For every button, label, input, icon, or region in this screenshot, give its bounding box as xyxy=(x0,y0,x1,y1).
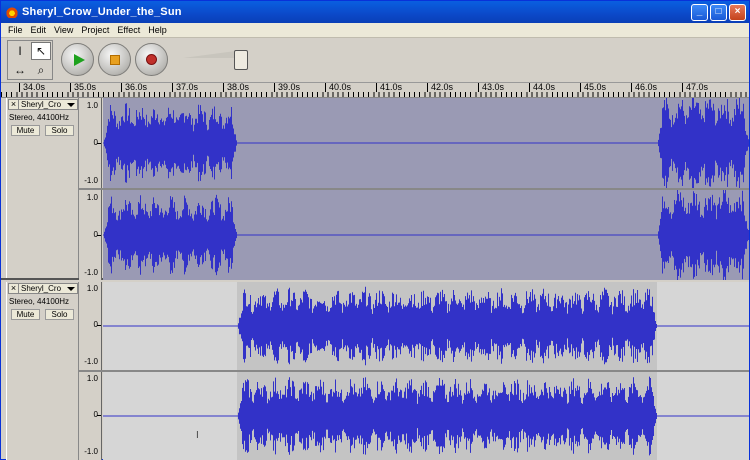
timeline-ruler[interactable]: 34.0s 35.0s 36.0s 37.0s 38.0s 39.0s 40.0… xyxy=(1,82,749,98)
solo-button[interactable]: Solo xyxy=(45,125,74,136)
track-rate: Stereo, 44100Hz xyxy=(9,297,70,306)
amplitude-scale: 1.0 0 -1.0 xyxy=(79,372,102,460)
waveform-graph xyxy=(103,190,749,280)
solo-button[interactable]: Solo xyxy=(45,309,74,320)
tools-palette: I ↖ ↔ ⌕ xyxy=(7,40,53,80)
track-2: × Sheryl_Cro Stereo, 44100Hz Mute Solo 1… xyxy=(1,282,749,460)
ruler-label: 47.0s xyxy=(682,83,708,92)
ruler-ticks xyxy=(1,92,749,97)
waveform-right-channel[interactable] xyxy=(103,372,749,460)
ruler-label: 44.0s xyxy=(529,83,555,92)
ibeam-cursor-icon: I xyxy=(196,430,199,441)
waveform-graph xyxy=(103,376,749,456)
stop-icon xyxy=(109,54,120,65)
scale-bottom-label: -1.0 xyxy=(84,447,98,456)
waveform-right-channel[interactable] xyxy=(103,190,749,280)
menu-effect[interactable]: Effect xyxy=(113,25,144,35)
ruler-label: 38.0s xyxy=(223,83,249,92)
amplitude-scale: 1.0 0 -1.0 xyxy=(79,98,102,188)
ruler-label: 45.0s xyxy=(580,83,606,92)
scale-tick xyxy=(97,235,101,236)
ruler-label: 46.0s xyxy=(631,83,657,92)
track-header: × Sheryl_Cro xyxy=(8,283,78,294)
menu-view[interactable]: View xyxy=(50,25,77,35)
track-1: × Sheryl_Cro Stereo, 44100Hz Mute Solo 1… xyxy=(1,98,749,280)
audacity-icon xyxy=(6,6,18,18)
waveform-left-channel[interactable] xyxy=(103,282,749,370)
menu-file[interactable]: File xyxy=(4,25,27,35)
minimize-button[interactable]: _ xyxy=(691,3,708,21)
ruler-label: 35.0s xyxy=(70,83,96,92)
waveform-path xyxy=(238,376,657,456)
ruler-label: 40.0s xyxy=(325,83,351,92)
waveform-graph xyxy=(103,286,749,366)
scale-top-label: 1.0 xyxy=(86,284,98,293)
scale-bottom-label: -1.0 xyxy=(84,357,98,366)
ruler-label: 37.0s xyxy=(172,83,198,92)
mute-button[interactable]: Mute xyxy=(11,125,40,136)
scale-top-label: 1.0 xyxy=(86,374,98,383)
record-icon xyxy=(146,54,157,65)
amplitude-scale: 1.0 0 -1.0 xyxy=(79,190,102,280)
waveform-left-channel[interactable] xyxy=(103,98,749,188)
menu-help[interactable]: Help xyxy=(144,25,171,35)
volume-slider-thumb[interactable] xyxy=(234,50,248,70)
track-close-icon[interactable]: × xyxy=(9,283,19,294)
menu-project[interactable]: Project xyxy=(77,25,113,35)
track-menu-chevron-down-icon[interactable] xyxy=(67,102,75,107)
track-control-panel[interactable]: × Sheryl_Cro Stereo, 44100Hz Mute Solo xyxy=(6,282,79,460)
scale-tick xyxy=(97,143,101,144)
track-name[interactable]: Sheryl_Cro xyxy=(19,100,67,109)
scale-top-label: 1.0 xyxy=(86,101,98,110)
ruler-label: 43.0s xyxy=(478,83,504,92)
track-name[interactable]: Sheryl_Cro xyxy=(19,284,67,293)
window-title: Sheryl_Crow_Under_the_Sun xyxy=(22,6,182,18)
play-button[interactable] xyxy=(61,43,94,76)
mute-button[interactable]: Mute xyxy=(11,309,40,320)
menu-edit[interactable]: Edit xyxy=(27,25,51,35)
stop-button[interactable] xyxy=(98,43,131,76)
toolbar: I ↖ ↔ ⌕ xyxy=(1,38,749,82)
close-button[interactable]: × xyxy=(729,3,746,21)
scale-bottom-label: -1.0 xyxy=(84,268,98,277)
ruler-label: 42.0s xyxy=(427,83,453,92)
record-button[interactable] xyxy=(135,43,168,76)
ruler-label: 36.0s xyxy=(121,83,147,92)
track-header: × Sheryl_Cro xyxy=(8,99,78,110)
maximize-button[interactable]: □ xyxy=(710,3,727,21)
title-bar: Sheryl_Crow_Under_the_Sun _ □ × xyxy=(1,1,749,23)
tracks-panel: × Sheryl_Cro Stereo, 44100Hz Mute Solo 1… xyxy=(1,98,749,460)
track-menu-chevron-down-icon[interactable] xyxy=(67,286,75,291)
ruler-label: 39.0s xyxy=(274,83,300,92)
selection-tool-icon[interactable]: I xyxy=(10,42,30,60)
app-window: Sheryl_Crow_Under_the_Sun _ □ × File Edi… xyxy=(0,0,750,460)
zoom-tool-icon[interactable]: ⌕ xyxy=(31,61,51,79)
track-control-panel[interactable]: × Sheryl_Cro Stereo, 44100Hz Mute Solo xyxy=(6,98,79,278)
timeshift-tool-icon[interactable]: ↔ xyxy=(10,61,30,79)
ruler-label: 34.0s xyxy=(19,83,45,92)
envelope-tool-icon[interactable]: ↖ xyxy=(31,42,51,60)
scale-bottom-label: -1.0 xyxy=(84,176,98,185)
scale-tick xyxy=(97,325,101,326)
scale-top-label: 1.0 xyxy=(86,193,98,202)
amplitude-scale: 1.0 0 -1.0 xyxy=(79,282,102,370)
waveform-graph xyxy=(103,98,749,188)
scale-tick xyxy=(97,415,101,416)
menu-bar: File Edit View Project Effect Help xyxy=(1,23,749,38)
track-rate: Stereo, 44100Hz xyxy=(9,113,70,122)
track-close-icon[interactable]: × xyxy=(9,99,19,110)
play-icon xyxy=(73,53,85,66)
waveform-path xyxy=(238,286,657,366)
ruler-label: 41.0s xyxy=(376,83,402,92)
